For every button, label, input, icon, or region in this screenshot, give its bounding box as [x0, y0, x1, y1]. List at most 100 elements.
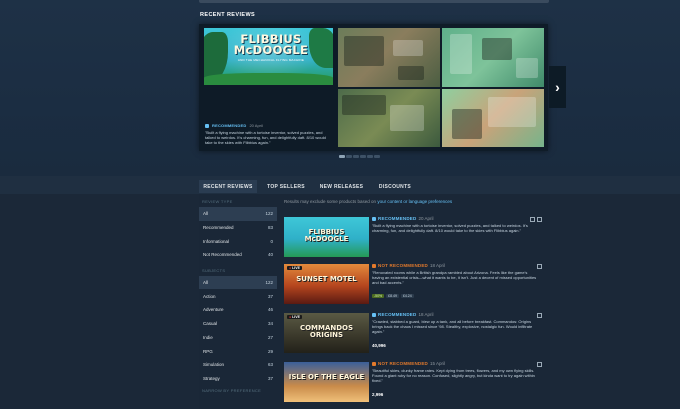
- carousel-dot[interactable]: [374, 155, 380, 158]
- chevron-right-icon: ›: [555, 79, 560, 95]
- filter-count: 34: [267, 321, 273, 327]
- more-icon[interactable]: [537, 217, 542, 222]
- filter-count: 37: [267, 375, 273, 381]
- carousel-dot[interactable]: [367, 155, 373, 158]
- tab-discounts[interactable]: DISCOUNTS: [373, 180, 417, 193]
- live-badge: LIVE: [287, 315, 302, 319]
- thumbs-down-icon: [372, 263, 376, 268]
- filter-subject-casual[interactable]: Casual 34: [199, 317, 277, 331]
- filter-label: Adventure: [203, 307, 224, 313]
- price-tag: £4.24: [400, 294, 414, 298]
- review-text: "Beautiful skies, clunky frame rates. Ke…: [372, 368, 535, 383]
- filter-subject-indie[interactable]: Indie 27: [199, 331, 277, 345]
- filter-count: 27: [267, 334, 273, 340]
- ground-decoration: [204, 73, 333, 85]
- filter-subject-strategy[interactable]: Strategy 37: [199, 372, 277, 386]
- filter-count: 0: [270, 238, 273, 244]
- thumbnail-title: SUNSET MOTEL: [296, 275, 357, 283]
- filter-subject-adventure[interactable]: Adventure 46: [199, 303, 277, 317]
- review-controls: [537, 264, 542, 269]
- checkbox-icon[interactable]: [537, 264, 542, 269]
- thumbnail-title: ISLE OF THE EAGLE: [288, 373, 365, 381]
- results-note: Results may exclude some products based …: [284, 199, 453, 204]
- filter-count: 122: [265, 280, 273, 286]
- filter-subject-rpg[interactable]: RPG 29: [199, 344, 277, 358]
- review-status: RECOMMENDED 18 April: [372, 312, 433, 317]
- review-item[interactable]: SUNSET MOTEL LIVE NOT RECOMMENDED18 April "…: [284, 262, 546, 306]
- checkbox-icon[interactable]: [530, 217, 535, 222]
- screenshot-grid: [338, 28, 544, 147]
- carousel-dot[interactable]: [346, 155, 352, 158]
- review-date: 20 April: [249, 123, 263, 128]
- carousel-next-button[interactable]: ›: [549, 66, 566, 108]
- status-label: NOT RECOMMENDED: [378, 263, 428, 268]
- thumbs-up-icon: [372, 216, 376, 221]
- filter-label: Not Recommended: [203, 252, 242, 258]
- section-title: RECENT REVIEWS: [200, 12, 256, 18]
- price-tag: -50%: [372, 294, 385, 298]
- thumbnail-title: FLIBBIUS McDOOGLE: [304, 228, 349, 243]
- filter-subject-all[interactable]: All 122: [199, 275, 277, 290]
- filter-label: Recommended: [203, 225, 234, 231]
- review-status: NOT RECOMMENDED 18 April: [372, 263, 445, 268]
- review-text: "Renovated rooms while a British grandpa…: [372, 270, 537, 285]
- status-label: RECOMMENDED: [212, 123, 247, 128]
- filter-label: Simulation: [203, 362, 225, 368]
- featured-game-cover[interactable]: FLIBBIUS McDOOGLE AND THE MECHANICAL FLY…: [204, 28, 333, 85]
- filter-subject-action[interactable]: Action 37: [199, 289, 277, 303]
- review-item[interactable]: FLIBBIUS McDOOGLE RECOMMENDED 20 April "Bui…: [284, 215, 546, 259]
- filter-review-type-informational[interactable]: Informational 0: [199, 234, 277, 248]
- filter-review-type-not-recommended[interactable]: Not Recommended 40: [199, 248, 277, 262]
- filter-label: All: [203, 211, 209, 217]
- review-controls: [537, 362, 542, 367]
- game-thumbnail[interactable]: COMMANDOS ORIGINS LIVE: [284, 313, 369, 353]
- status-label: NOT RECOMMENDED: [378, 361, 428, 366]
- filter-label: Casual: [203, 321, 218, 327]
- screenshot[interactable]: [338, 28, 440, 87]
- review-item[interactable]: ISLE OF THE EAGLE NOT RECOMMENDED 15 April…: [284, 360, 546, 404]
- screenshot[interactable]: [442, 89, 544, 147]
- featured-review-status: RECOMMENDED 20 April: [205, 123, 263, 128]
- review-controls: [530, 217, 542, 222]
- filter-review-type-recommended[interactable]: Recommended 83: [199, 221, 277, 235]
- price-tags: -50% £8.49 £4.24: [372, 294, 414, 298]
- carousel-dot[interactable]: [353, 155, 359, 158]
- carousel-dot[interactable]: [360, 155, 366, 158]
- filter-count: 29: [267, 348, 273, 354]
- game-thumbnail[interactable]: SUNSET MOTEL LIVE: [284, 264, 369, 304]
- thumbs-up-icon: [372, 312, 376, 317]
- featured-review-text: "Built a flying machine with a tortoise …: [205, 130, 326, 146]
- review-date: 18 April: [430, 263, 446, 268]
- helpful-count: 2,996: [372, 392, 384, 397]
- cover-title: FLIBBIUS McDOOGLE: [233, 32, 309, 57]
- status-label: RECOMMENDED: [378, 312, 417, 317]
- filter-label: All: [203, 280, 209, 286]
- review-status: NOT RECOMMENDED 15 April: [372, 361, 445, 366]
- narrow-heading: NARROW BY PREFERENCE: [202, 388, 262, 394]
- game-thumbnail[interactable]: ISLE OF THE EAGLE: [284, 362, 369, 402]
- filter-label: Informational: [203, 238, 230, 244]
- preferences-link[interactable]: your content or language preferences: [377, 199, 452, 204]
- screenshot[interactable]: [338, 89, 440, 147]
- carousel-dot[interactable]: [339, 155, 345, 158]
- tab-recent-reviews[interactable]: RECENT REVIEWS: [199, 180, 257, 193]
- carousel-dots: [339, 155, 380, 158]
- tab-top-sellers[interactable]: TOP SELLERS: [262, 180, 310, 193]
- filter-subject-simulation[interactable]: Simulation 63: [199, 358, 277, 372]
- screenshot[interactable]: [442, 28, 544, 87]
- review-text: "Crawled, stabbed a guard, blew up a tan…: [372, 319, 533, 334]
- checkbox-icon[interactable]: [537, 362, 542, 367]
- filter-count: 37: [267, 293, 273, 299]
- checkbox-icon[interactable]: [537, 313, 542, 318]
- filter-count: 63: [267, 362, 273, 368]
- featured-review-card[interactable]: FLIBBIUS McDOOGLE AND THE MECHANICAL FLY…: [199, 24, 548, 151]
- tab-new-releases[interactable]: NEW RELEASES: [314, 180, 369, 193]
- game-thumbnail[interactable]: FLIBBIUS McDOOGLE: [284, 217, 369, 257]
- filter-review-type-all[interactable]: All 122: [199, 207, 277, 221]
- featured-review-panel: FLIBBIUS McDOOGLE AND THE MECHANICAL FLY…: [199, 24, 337, 151]
- filter-label: Indie: [203, 334, 213, 340]
- review-date: 15 April: [430, 361, 446, 366]
- review-item[interactable]: COMMANDOS ORIGINS LIVE RECOMMENDED18 April…: [284, 311, 546, 355]
- review-type-heading: REVIEW TYPE: [202, 199, 233, 204]
- review-date: 18 April: [418, 312, 434, 317]
